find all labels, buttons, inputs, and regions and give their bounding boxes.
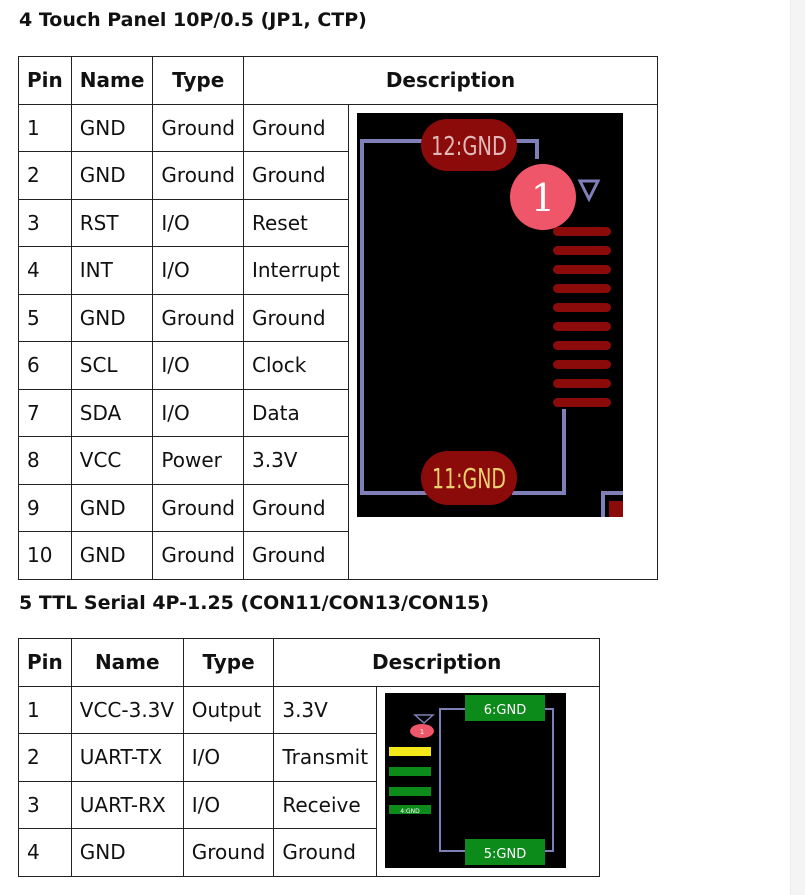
desc-cell: Ground xyxy=(242,293,350,342)
type-cell: I/O xyxy=(182,780,275,829)
desc-cell: Ground xyxy=(273,828,378,877)
pin-cell: 3 xyxy=(18,198,72,247)
pin-cell: 7 xyxy=(18,388,72,437)
type-cell: I/O xyxy=(182,733,275,782)
name-cell: GND xyxy=(70,531,154,580)
pin-cell: 2 xyxy=(18,151,72,200)
desc-cell: Interrupt xyxy=(242,246,350,295)
pin-cell: 6 xyxy=(18,341,72,390)
ttl-serial-pcb-image: 6:GND 5:GND 1 4:GND xyxy=(385,692,567,868)
type-cell: I/O xyxy=(152,388,244,437)
type-cell: Ground xyxy=(152,293,244,342)
pin-cell: 1 xyxy=(18,685,72,734)
desc-cell: Data xyxy=(242,388,350,437)
pin-cell: 5 xyxy=(18,293,72,342)
pad-bottom-label: 5:GND xyxy=(484,847,526,862)
section-4-title: 4 Touch Panel 10P/0.5 (JP1, CTP) xyxy=(19,9,367,31)
name-cell: INT xyxy=(70,246,154,295)
header-description: Description xyxy=(273,638,601,687)
desc-cell: Clock xyxy=(242,341,350,390)
section-5-title: 5 TTL Serial 4P-1.25 (CON11/CON13/CON15) xyxy=(19,592,490,614)
type-cell: Ground xyxy=(182,828,275,877)
desc-cell: Reset xyxy=(242,198,350,247)
pad-top-label: 12:GND xyxy=(431,132,507,162)
header-type: Type xyxy=(152,56,244,105)
pcb-diagram-icon: 12:GND 11:GND 1 xyxy=(360,118,624,517)
table-header-row: Pin Name Type Description xyxy=(18,56,659,105)
name-cell: UART-TX xyxy=(70,733,184,782)
pcb-diagram-icon: 6:GND 5:GND 1 4:GND xyxy=(389,694,555,865)
header-type: Type xyxy=(182,638,275,687)
desc-cell: Ground xyxy=(242,483,350,532)
touch-panel-pcb-image: 12:GND 11:GND 1 xyxy=(357,112,624,517)
pin-cell: 8 xyxy=(18,436,72,485)
type-cell: Power xyxy=(152,436,244,485)
name-cell: VCC xyxy=(70,436,154,485)
type-cell: Ground xyxy=(152,103,244,152)
type-cell: Ground xyxy=(152,151,244,200)
name-cell: GND xyxy=(70,483,154,532)
pin-cell: 1 xyxy=(18,103,72,152)
table-row: 1 GND Ground Ground 12:GND 11:GND 1 xyxy=(18,103,659,580)
pin-cell: 3 xyxy=(18,780,72,829)
name-cell: GND xyxy=(70,293,154,342)
marker-number: 1 xyxy=(531,176,555,220)
desc-cell: Receive xyxy=(273,780,378,829)
header-pin: Pin xyxy=(18,56,72,105)
name-cell: GND xyxy=(70,103,154,152)
pin-cell: 10 xyxy=(18,531,72,580)
desc-cell: Ground xyxy=(242,531,350,580)
name-cell: UART-RX xyxy=(70,780,184,829)
type-cell: I/O xyxy=(152,341,244,390)
marker-number: 1 xyxy=(420,728,424,736)
type-cell: Ground xyxy=(152,483,244,532)
desc-cell: Ground xyxy=(242,103,350,152)
pad-top-label: 6:GND xyxy=(484,703,526,718)
desc-cell: Ground xyxy=(242,151,350,200)
table-header-row: Pin Name Type Description xyxy=(18,638,601,687)
pin-cell: 4 xyxy=(18,246,72,295)
small-pad-label: 4:GND xyxy=(400,808,420,815)
desc-cell: Transmit xyxy=(273,733,378,782)
connector-image-cell: 6:GND 5:GND 1 4:GND xyxy=(376,685,601,877)
desc-cell: 3.3V xyxy=(273,685,378,734)
pad-bottom-label: 11:GND xyxy=(432,462,506,495)
type-cell: I/O xyxy=(152,198,244,247)
connector-image-cell: 12:GND 11:GND 1 xyxy=(348,103,659,580)
name-cell: SDA xyxy=(70,388,154,437)
pin-cell: 2 xyxy=(18,733,72,782)
pin-cell: 9 xyxy=(18,483,72,532)
scrollbar[interactable] xyxy=(790,0,805,895)
name-cell: GND xyxy=(70,828,184,877)
touch-panel-pin-table: Pin Name Type Description 1 GND Ground G… xyxy=(18,56,659,580)
ttl-serial-pin-table: Pin Name Type Description 1 VCC-3.3V Out… xyxy=(18,638,601,877)
desc-cell: 3.3V xyxy=(242,436,350,485)
header-name: Name xyxy=(70,56,154,105)
pin-cell: 4 xyxy=(18,828,72,877)
name-cell: SCL xyxy=(70,341,154,390)
name-cell: RST xyxy=(70,198,154,247)
header-description: Description xyxy=(242,56,659,105)
header-name: Name xyxy=(70,638,184,687)
type-cell: Output xyxy=(182,685,275,734)
type-cell: Ground xyxy=(152,531,244,580)
name-cell: VCC-3.3V xyxy=(70,685,184,734)
type-cell: I/O xyxy=(152,246,244,295)
name-cell: GND xyxy=(70,151,154,200)
header-pin: Pin xyxy=(18,638,72,687)
table-row: 1 VCC-3.3V Output 3.3V 6:GND 5:GND 1 4:G… xyxy=(18,685,601,877)
